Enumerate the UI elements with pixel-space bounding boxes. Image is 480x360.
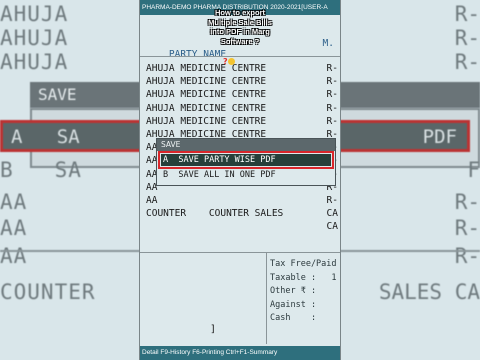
party-suffix: R- <box>326 102 338 114</box>
summary-line: Other ₹ : <box>270 286 317 296</box>
input-bracket: ] <box>210 324 217 335</box>
bg-text-right: F <box>467 158 480 182</box>
party-name: AHUJA MEDICINE CENTRE <box>146 115 267 127</box>
bg-text-right: R- <box>454 26 480 50</box>
party-name: AHUJA MEDICINE CENTRE <box>146 76 267 88</box>
summary-line: Taxable : 1 <box>270 272 337 283</box>
thinking-emoji-icon: ? <box>223 57 237 67</box>
list-item[interactable]: AHUJA MEDICINE CENTRE R- <box>140 115 340 128</box>
party-name: AHUJA MEDICINE CENTRE <box>146 89 267 101</box>
summary-line: Cash : <box>270 313 317 323</box>
save-dialog-title: SAVE <box>157 139 335 151</box>
bg-text-right: R- <box>454 216 480 240</box>
summary-line: Tax Free/Paid <box>270 259 337 269</box>
party-suffix: R- <box>326 194 338 206</box>
footer-vertical-divider <box>266 252 267 344</box>
list-item[interactable]: AHUJA MEDICINE CENTRE R- <box>140 62 340 75</box>
header-divider <box>140 56 340 57</box>
list-item[interactable]: AHUJA MEDICINE CENTRE R- <box>140 102 340 115</box>
status-bar: Detail F9-History F6-Printing Ctrl+F1-Su… <box>140 346 340 360</box>
bg-text-right: R- <box>454 2 480 26</box>
bg-text-right: SALES CA <box>378 280 480 304</box>
party-name: COUNTER COUNTER SALES <box>146 208 284 220</box>
caption-line: into PDF in Marg <box>210 27 270 36</box>
summary-panel: Tax Free/Paid Taxable : 1 Other ₹ : Against… <box>270 258 340 326</box>
summary-line: Against : <box>270 299 317 310</box>
party-suffix: CA <box>326 221 338 233</box>
caption-line: Software ? <box>220 36 260 46</box>
footer-divider <box>140 252 340 253</box>
party-name: AHUJA MEDICINE CENTRE <box>146 102 267 114</box>
video-caption: How to export Multiple Sale Bills into P… <box>190 8 290 46</box>
bg-text-right: R- <box>454 50 480 74</box>
list-item[interactable]: AA R- <box>140 194 340 207</box>
column-m[interactable]: M. <box>323 38 334 49</box>
list-item[interactable]: CA <box>140 220 340 233</box>
party-suffix: CA <box>326 208 338 220</box>
list-item[interactable]: COUNTER COUNTER SALES CA <box>140 207 340 220</box>
party-name: AHUJA MEDICINE CENTRE <box>146 63 267 74</box>
caption-line: Multiple Sale Bills <box>208 17 272 27</box>
party-name: AA <box>146 194 158 206</box>
bg-text-right: R- <box>454 244 480 268</box>
option-save-all-in-one-pdf[interactable]: B SAVE ALL IN ONE PDF <box>161 169 331 181</box>
party-suffix: R- <box>326 76 338 88</box>
list-item[interactable]: AHUJA MEDICINE CENTRE R- <box>140 75 340 88</box>
column-party-name[interactable]: PARTY NAME <box>169 49 226 60</box>
party-suffix: R- <box>326 115 338 127</box>
caption-line: How to export <box>215 8 265 17</box>
bg-text-right: R- <box>454 190 480 214</box>
list-item[interactable]: AHUJA MEDICINE CENTRE R- <box>140 88 340 101</box>
party-suffix: R- <box>326 63 338 74</box>
party-suffix: R- <box>326 89 338 101</box>
save-dialog: SAVE A SAVE PARTY WISE PDF B SAVE ALL IN… <box>156 138 336 186</box>
option-save-party-wise-pdf[interactable]: A SAVE PARTY WISE PDF <box>158 151 334 169</box>
